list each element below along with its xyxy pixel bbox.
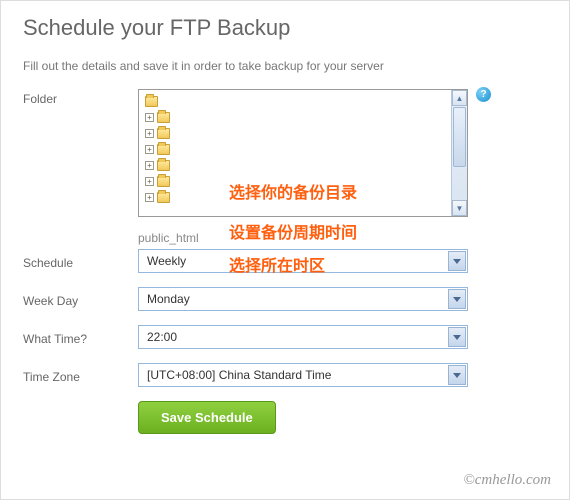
whattime-label: What Time? (23, 329, 138, 346)
scroll-track[interactable] (452, 168, 467, 200)
expand-icon[interactable]: + (145, 161, 154, 170)
folder-icon (157, 144, 170, 155)
tree-item[interactable]: + (145, 158, 445, 173)
timezone-select[interactable]: [UTC+08:00] China Standard Time (138, 363, 468, 387)
expand-icon[interactable]: + (145, 177, 154, 186)
folder-icon (145, 96, 158, 107)
scroll-down-button[interactable]: ▼ (452, 200, 467, 216)
chevron-down-icon[interactable] (448, 365, 466, 385)
folder-icon (157, 112, 170, 123)
whattime-select[interactable]: 22:00 (138, 325, 468, 349)
folder-icon (157, 192, 170, 203)
chevron-down-icon[interactable] (448, 251, 466, 271)
folder-icon (157, 128, 170, 139)
tree-item[interactable]: + (145, 110, 445, 125)
watermark-text: ©cmhello.com (463, 472, 551, 489)
weekday-select[interactable]: Monday (138, 287, 468, 311)
folder-icon (157, 176, 170, 187)
timezone-label: Time Zone (23, 367, 138, 384)
chevron-down-icon[interactable] (448, 289, 466, 309)
folder-label: Folder (23, 89, 138, 106)
folder-icon (157, 160, 170, 171)
tree-item[interactable] (145, 94, 445, 109)
tree-item[interactable]: + (145, 174, 445, 189)
schedule-label: Schedule (23, 253, 138, 270)
weekday-label: Week Day (23, 291, 138, 308)
save-schedule-button[interactable]: Save Schedule (138, 401, 276, 434)
page-subtitle: Fill out the details and save it in orde… (23, 59, 547, 73)
schedule-value: Weekly (139, 254, 194, 268)
weekday-value: Monday (139, 292, 198, 306)
schedule-select[interactable]: Weekly (138, 249, 468, 273)
folder-tree-box[interactable]: + + + + + + ▲ ▼ (138, 89, 468, 217)
expand-icon[interactable]: + (145, 145, 154, 154)
page-title: Schedule your FTP Backup (23, 15, 547, 41)
expand-icon[interactable]: + (145, 113, 154, 122)
folder-path-text: public_html (138, 231, 547, 245)
tree-item[interactable]: + (145, 142, 445, 157)
chevron-down-icon[interactable] (448, 327, 466, 347)
help-icon[interactable]: ? (476, 87, 491, 102)
scrollbar-vertical[interactable]: ▲ ▼ (451, 90, 467, 216)
scroll-thumb[interactable] (453, 107, 466, 167)
expand-icon[interactable]: + (145, 193, 154, 202)
folder-tree[interactable]: + + + + + + (139, 90, 451, 216)
expand-icon[interactable]: + (145, 129, 154, 138)
tree-item[interactable]: + (145, 126, 445, 141)
whattime-value: 22:00 (139, 330, 185, 344)
timezone-value: [UTC+08:00] China Standard Time (139, 368, 339, 382)
tree-item[interactable]: + (145, 190, 445, 205)
scroll-up-button[interactable]: ▲ (452, 90, 467, 106)
